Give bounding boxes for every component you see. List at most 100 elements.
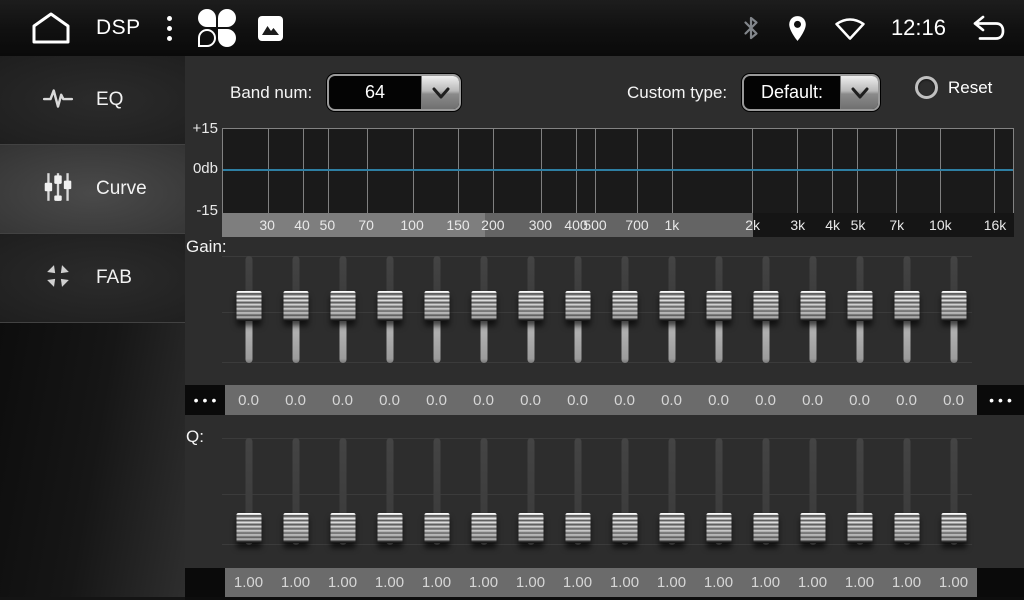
- freq-tick-label: 150: [446, 217, 469, 233]
- q-slider[interactable]: [742, 438, 789, 545]
- q-slider[interactable]: [601, 438, 648, 545]
- slider-thumb[interactable]: [753, 291, 778, 321]
- slider-thumb[interactable]: [283, 513, 308, 543]
- q-slider[interactable]: [366, 438, 413, 545]
- gain-slider[interactable]: [272, 256, 319, 363]
- q-slider[interactable]: [695, 438, 742, 545]
- slider-thumb[interactable]: [424, 513, 449, 543]
- overflow-menu-icon[interactable]: [163, 12, 176, 45]
- band-num-value: 64: [329, 76, 421, 109]
- gain-slider[interactable]: [319, 256, 366, 363]
- chevron-down-icon[interactable]: [421, 76, 459, 109]
- q-slider[interactable]: [413, 438, 460, 545]
- slider-thumb[interactable]: [377, 291, 402, 321]
- q-slider[interactable]: [225, 438, 272, 545]
- sidebar-item-fab[interactable]: FAB: [0, 234, 185, 323]
- gain-more-left-button[interactable]: •••: [185, 385, 225, 415]
- slider-thumb[interactable]: [894, 291, 919, 321]
- slider-thumb[interactable]: [847, 291, 872, 321]
- gain-slider[interactable]: [601, 256, 648, 363]
- sidebar-filler: [0, 323, 185, 597]
- slider-thumb[interactable]: [800, 291, 825, 321]
- gain-value: 0.0: [272, 385, 319, 415]
- clover-apps-icon[interactable]: [198, 9, 236, 47]
- band-num-dropdown[interactable]: 64: [327, 74, 461, 111]
- q-slider[interactable]: [648, 438, 695, 545]
- slider-thumb[interactable]: [612, 513, 637, 543]
- q-value: 1.00: [366, 568, 413, 597]
- eq-curve-plot[interactable]: [222, 128, 1014, 213]
- q-slider[interactable]: [319, 438, 366, 545]
- slider-thumb[interactable]: [565, 513, 590, 543]
- slider-thumb[interactable]: [941, 513, 966, 543]
- q-slider[interactable]: [554, 438, 601, 545]
- gain-slider[interactable]: [507, 256, 554, 363]
- q-slider[interactable]: [836, 438, 883, 545]
- bluetooth-icon[interactable]: [740, 13, 762, 43]
- gain-value: 0.0: [695, 385, 742, 415]
- back-icon[interactable]: [970, 14, 1006, 42]
- gain-slider[interactable]: [930, 256, 977, 363]
- sidebar-item-eq[interactable]: EQ: [0, 56, 185, 145]
- slider-thumb[interactable]: [518, 291, 543, 321]
- home-icon[interactable]: [28, 10, 74, 46]
- dsp-screen: DSP 12:16: [0, 0, 1024, 600]
- slider-thumb[interactable]: [659, 513, 684, 543]
- slider-thumb[interactable]: [283, 291, 308, 321]
- sidebar-item-curve[interactable]: Curve: [0, 145, 185, 234]
- band-num-label: Band num:: [230, 83, 312, 103]
- freq-tick-label: 200: [481, 217, 504, 233]
- gain-value: 0.0: [225, 385, 272, 415]
- gain-slider[interactable]: [695, 256, 742, 363]
- gain-slider[interactable]: [225, 256, 272, 363]
- q-value: 1.00: [742, 568, 789, 597]
- slider-thumb[interactable]: [941, 291, 966, 321]
- slider-thumb[interactable]: [236, 513, 261, 543]
- freq-tick-label: 40: [294, 217, 310, 233]
- slider-thumb[interactable]: [236, 291, 261, 321]
- q-slider[interactable]: [883, 438, 930, 545]
- slider-thumb[interactable]: [847, 513, 872, 543]
- q-slider[interactable]: [272, 438, 319, 545]
- slider-thumb[interactable]: [753, 513, 778, 543]
- slider-thumb[interactable]: [800, 513, 825, 543]
- slider-thumb[interactable]: [612, 291, 637, 321]
- custom-type-dropdown[interactable]: Default:: [742, 74, 880, 111]
- wifi-icon[interactable]: [833, 15, 867, 42]
- slider-thumb[interactable]: [424, 291, 449, 321]
- q-value: 1.00: [789, 568, 836, 597]
- q-slider[interactable]: [789, 438, 836, 545]
- axis-strip-segment: [485, 213, 753, 237]
- slider-thumb[interactable]: [471, 513, 496, 543]
- gain-slider[interactable]: [648, 256, 695, 363]
- frequency-axis[interactable]: 304050701001502003004005007001k2k3k4k5k7…: [222, 213, 1014, 237]
- chevron-down-icon[interactable]: [840, 76, 878, 109]
- slider-thumb[interactable]: [377, 513, 402, 543]
- gain-slider[interactable]: [789, 256, 836, 363]
- gain-slider[interactable]: [742, 256, 789, 363]
- q-slider[interactable]: [507, 438, 554, 545]
- slider-thumb[interactable]: [706, 513, 731, 543]
- slider-thumb[interactable]: [330, 291, 355, 321]
- slider-thumb[interactable]: [471, 291, 496, 321]
- slider-thumb[interactable]: [706, 291, 731, 321]
- gain-slider[interactable]: [366, 256, 413, 363]
- slider-thumb[interactable]: [518, 513, 543, 543]
- gain-more-right-button[interactable]: •••: [977, 385, 1024, 415]
- slider-thumb[interactable]: [565, 291, 590, 321]
- reset-radio-icon[interactable]: [915, 76, 938, 99]
- gain-slider[interactable]: [836, 256, 883, 363]
- slider-thumb[interactable]: [894, 513, 919, 543]
- gain-slider[interactable]: [554, 256, 601, 363]
- reset-button[interactable]: Reset: [915, 76, 992, 99]
- gallery-icon[interactable]: [258, 16, 283, 41]
- gain-slider[interactable]: [460, 256, 507, 363]
- q-slider[interactable]: [460, 438, 507, 545]
- location-icon[interactable]: [786, 14, 809, 43]
- q-slider[interactable]: [930, 438, 977, 545]
- slider-thumb[interactable]: [330, 513, 355, 543]
- gain-slider[interactable]: [883, 256, 930, 363]
- gain-slider[interactable]: [413, 256, 460, 363]
- slider-thumb[interactable]: [659, 291, 684, 321]
- freq-tick-label: 3k: [790, 217, 805, 233]
